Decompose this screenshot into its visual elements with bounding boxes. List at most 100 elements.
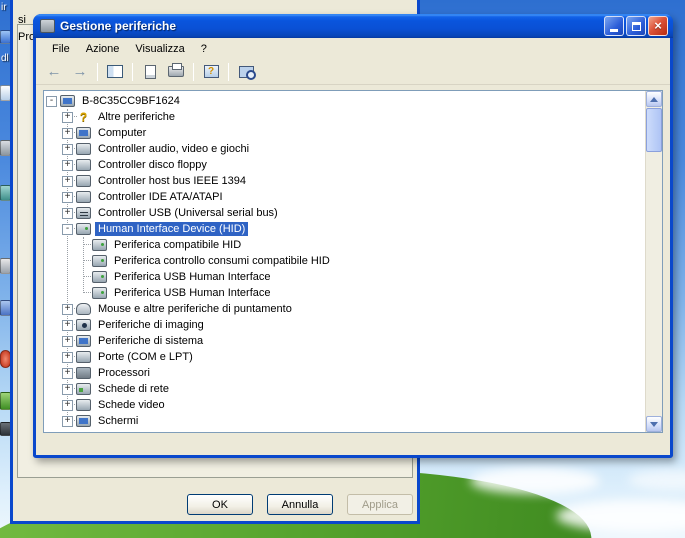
device-manager-window: Gestione periferiche × FileAzioneVisuali… xyxy=(33,14,673,458)
tree-item[interactable]: + Schede video xyxy=(44,397,645,413)
hid-icon xyxy=(92,255,107,267)
expand-icon[interactable]: + xyxy=(62,320,73,331)
tree-item[interactable]: + Schermi xyxy=(44,413,645,429)
tree-item[interactable]: Periferica compatibile HID xyxy=(44,237,645,253)
expand-icon[interactable]: + xyxy=(62,160,73,171)
scan-hardware-button[interactable] xyxy=(234,61,258,83)
tree-indent xyxy=(44,421,62,422)
tree-item[interactable]: - B-8C35CC9BF1624 xyxy=(44,93,645,109)
tree-item[interactable]: Periferica controllo consumi compatibile… xyxy=(44,253,645,269)
tree-item[interactable]: + Controller disco floppy xyxy=(44,157,645,173)
expand-icon[interactable]: + xyxy=(62,400,73,411)
tree-item[interactable]: + Controller USB (Universal serial bus) xyxy=(44,205,645,221)
menu-file[interactable]: File xyxy=(44,41,78,57)
vertical-scrollbar[interactable] xyxy=(645,91,662,432)
tree-item-label[interactable]: Periferica USB Human Interface xyxy=(111,286,274,300)
expand-icon[interactable]: + xyxy=(62,112,73,123)
tree-item-label[interactable]: B-8C35CC9BF1624 xyxy=(79,94,183,108)
tree-item-label[interactable]: Controller audio, video e giochi xyxy=(95,142,252,156)
back-button[interactable]: ← xyxy=(42,61,66,83)
close-button[interactable]: × xyxy=(648,16,668,36)
tree-spacer xyxy=(78,288,89,299)
tree-item-label[interactable]: Periferiche di imaging xyxy=(95,318,207,332)
tree-item[interactable]: + Controller host bus IEEE 1394 xyxy=(44,173,645,189)
scrollbar-thumb[interactable] xyxy=(646,108,662,152)
tree-item[interactable]: + Controller audio, video e giochi xyxy=(44,141,645,157)
titlebar[interactable]: Gestione periferiche × xyxy=(33,14,673,38)
expand-icon[interactable]: + xyxy=(62,336,73,347)
print-button[interactable] xyxy=(164,61,188,83)
tree-item-label[interactable]: Mouse e altre periferiche di puntamento xyxy=(95,302,295,316)
tree-spacer xyxy=(78,272,89,283)
tree-item-label[interactable]: Schede video xyxy=(95,398,168,412)
tree-item[interactable]: Periferica USB Human Interface xyxy=(44,269,645,285)
hid-icon xyxy=(76,223,91,235)
network-icon xyxy=(76,383,91,395)
tree-item[interactable]: + Periferiche di sistema xyxy=(44,333,645,349)
tree-item-label[interactable]: Schermi xyxy=(95,414,141,428)
tree-item[interactable]: + Periferiche di imaging xyxy=(44,317,645,333)
console-tree-button[interactable] xyxy=(103,61,127,83)
expand-icon[interactable]: + xyxy=(62,416,73,427)
scrollbar-track[interactable] xyxy=(646,107,662,416)
hid-icon xyxy=(92,287,107,299)
tree-item[interactable]: + Schede di rete xyxy=(44,381,645,397)
menu-visualizza[interactable]: Visualizza xyxy=(127,41,192,57)
tree-item-label[interactable]: Controller USB (Universal serial bus) xyxy=(95,206,281,220)
help-button[interactable]: ? xyxy=(199,61,223,83)
forward-button[interactable]: → xyxy=(68,61,92,83)
expand-icon[interactable]: + xyxy=(62,352,73,363)
minimize-button[interactable] xyxy=(604,16,624,36)
tree-spacer xyxy=(78,240,89,251)
tree-item[interactable]: + Controller IDE ATA/ATAPI xyxy=(44,189,645,205)
tree-item-label[interactable]: Processori xyxy=(95,366,153,380)
tree-item-label[interactable]: Computer xyxy=(95,126,149,140)
expand-icon[interactable]: + xyxy=(62,304,73,315)
applica-button[interactable]: Applica xyxy=(347,494,413,515)
tree-item-label[interactable]: Controller host bus IEEE 1394 xyxy=(95,174,249,188)
tree-item-label[interactable]: Periferica controllo consumi compatibile… xyxy=(111,254,333,268)
scroll-down-button[interactable] xyxy=(646,416,662,432)
tree-indent xyxy=(44,341,62,342)
mouse-icon xyxy=(76,303,91,315)
menu-azione[interactable]: Azione xyxy=(78,41,128,57)
tree-item-label[interactable]: Controller IDE ATA/ATAPI xyxy=(95,190,226,204)
question-icon: ? xyxy=(76,111,91,123)
forward-icon: → xyxy=(73,63,88,80)
collapse-icon[interactable]: - xyxy=(62,224,73,235)
expand-icon[interactable]: + xyxy=(62,368,73,379)
tree-item[interactable]: + Processori xyxy=(44,365,645,381)
menu-help[interactable]: ? xyxy=(193,41,215,57)
expand-icon[interactable]: + xyxy=(62,144,73,155)
tree-item-label[interactable]: Controller disco floppy xyxy=(95,158,210,172)
expand-icon[interactable]: + xyxy=(62,128,73,139)
tree-indent xyxy=(44,213,62,214)
tree-item-label[interactable]: Schede di rete xyxy=(95,382,172,396)
expand-icon[interactable]: + xyxy=(62,384,73,395)
expand-icon[interactable]: + xyxy=(62,192,73,203)
tree-item[interactable]: + Porte (COM e LPT) xyxy=(44,349,645,365)
tree-item-label[interactable]: Human Interface Device (HID) xyxy=(95,222,248,236)
toolbar-separator xyxy=(228,63,229,81)
ieee1394-icon xyxy=(76,175,91,187)
tree-item[interactable]: + Mouse e altre periferiche di puntamento xyxy=(44,301,645,317)
tree-item[interactable]: +? Altre periferiche xyxy=(44,109,645,125)
collapse-icon[interactable]: - xyxy=(46,96,57,107)
tree-item[interactable]: - Human Interface Device (HID) xyxy=(44,221,645,237)
tree-item-label[interactable]: Periferica USB Human Interface xyxy=(111,270,274,284)
annulla-button[interactable]: Annulla xyxy=(267,494,333,515)
tree-item-label[interactable]: Porte (COM e LPT) xyxy=(95,350,196,364)
tree-item[interactable]: Periferica USB Human Interface xyxy=(44,285,645,301)
maximize-button[interactable] xyxy=(626,16,646,36)
properties-button[interactable] xyxy=(138,61,162,83)
tree-item-label[interactable]: Periferiche di sistema xyxy=(95,334,206,348)
ok-button[interactable]: OK xyxy=(187,494,253,515)
cloud xyxy=(470,468,600,494)
expand-icon[interactable]: + xyxy=(62,208,73,219)
expand-icon[interactable]: + xyxy=(62,176,73,187)
tree-item-label[interactable]: Periferica compatibile HID xyxy=(111,238,244,252)
tree-item-label[interactable]: Altre periferiche xyxy=(95,110,178,124)
tree-item[interactable]: + Computer xyxy=(44,125,645,141)
help-icon: ? xyxy=(204,65,219,78)
scroll-up-button[interactable] xyxy=(646,91,662,107)
